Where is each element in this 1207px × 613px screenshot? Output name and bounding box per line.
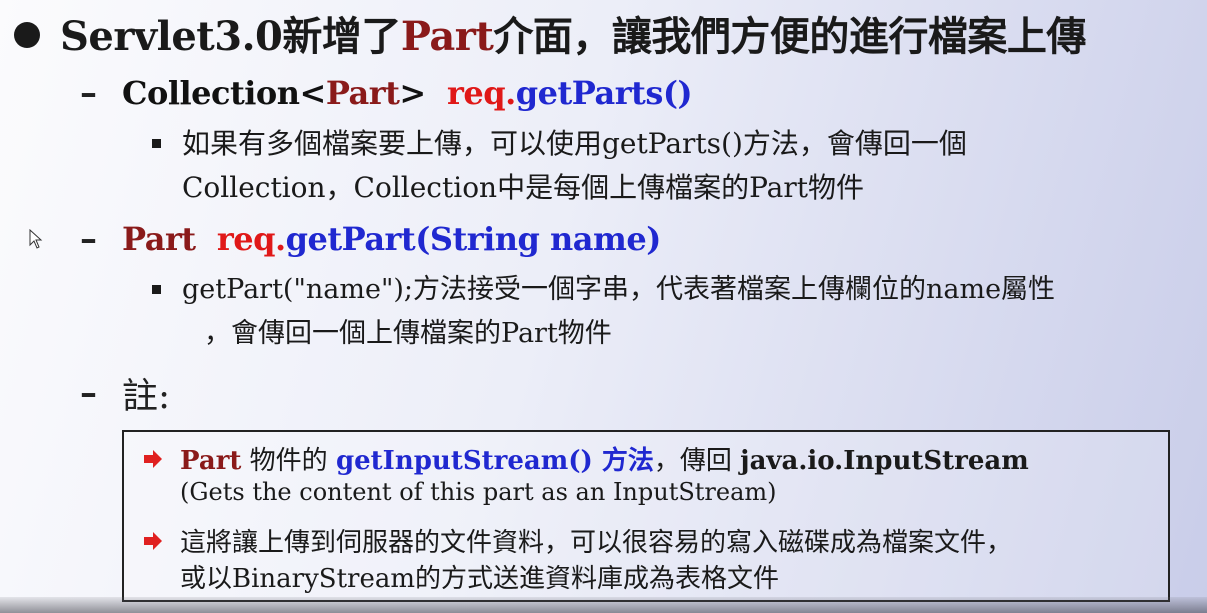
slide: Servlet3.0新增了Part介面，讓我們方便的進行檔案上傳 – Colle… xyxy=(0,0,1207,613)
getpart-params: (String name) xyxy=(415,220,661,258)
bottom-shadow-bar xyxy=(0,597,1207,613)
type-prefix: Collection< xyxy=(122,74,326,112)
dash-bullet: – xyxy=(80,373,97,413)
note-part-keyword: Part xyxy=(180,446,242,476)
getparts-code: Collection<Part> req.getParts() xyxy=(122,74,693,112)
heading-prefix: Servlet3.0新增了 xyxy=(60,13,401,60)
item-note-label: – 註: xyxy=(80,368,170,418)
item-getpart-signature: – Part req.getPart(String name) xyxy=(80,216,661,262)
bullet-dot-icon xyxy=(14,22,40,48)
square-bullet-icon xyxy=(152,285,161,294)
note-text: ，傳回 xyxy=(653,446,741,476)
req-object: req. xyxy=(216,220,286,258)
type-suffix: > xyxy=(399,74,426,112)
note-line-1: Part 物件的 getInputStream() 方法，傳回 java.io.… xyxy=(180,440,1029,477)
note-text: 物件的 xyxy=(241,446,336,476)
note-line-3: 這將讓上傳到伺服器的文件資料，可以很容易的寫入磁碟成為檔案文件， xyxy=(180,528,1013,558)
mouse-cursor-icon xyxy=(29,229,43,249)
getparts-desc-line2: Collection，Collection中是每個上傳檔案的Part物件 xyxy=(182,171,864,204)
note-line-4: 或以BinaryStream的方式送進資料庫成為表格文件 xyxy=(180,564,780,594)
type-part: Part xyxy=(122,220,196,258)
getpart-code: Part req.getPart(String name) xyxy=(122,220,661,258)
heading-keyword: Part xyxy=(400,13,494,60)
note-box: Part 物件的 getInputStream() 方法，傳回 java.io.… xyxy=(122,430,1170,602)
note-label: 註: xyxy=(122,376,171,417)
getparts-desc-line1: 如果有多個檔案要上傳，可以使用getParts()方法，會傳回一個 xyxy=(182,127,967,160)
req-object: req. xyxy=(447,74,516,112)
note-line-2: (Gets the content of this part as an Inp… xyxy=(180,478,777,506)
note-class: InputStream xyxy=(843,446,1029,476)
getpart-desc-line2: ，會傳回一個上傳檔案的Part物件 xyxy=(204,318,612,349)
heading-text: Servlet3.0新增了Part介面，讓我們方便的進行檔案上傳 xyxy=(60,4,1086,62)
getpart-method: getPart xyxy=(285,220,416,258)
note-package: java.io. xyxy=(740,446,844,476)
dash-bullet: – xyxy=(80,73,97,113)
heading-suffix: 介面，讓我們方便的進行檔案上傳 xyxy=(493,13,1086,60)
square-bullet-icon xyxy=(152,139,161,148)
getparts-method: getParts() xyxy=(515,74,693,112)
slide-heading: Servlet3.0新增了Part介面，讓我們方便的進行檔案上傳 xyxy=(14,6,1086,60)
getpart-desc-line1: getPart("name");方法接受一個字串，代表著檔案上傳欄位的name屬… xyxy=(182,274,1056,305)
arrow-bullet-icon xyxy=(144,450,162,468)
type-part: Part xyxy=(325,74,400,112)
getparts-description: 如果有多個檔案要上傳，可以使用getParts()方法，會傳回一個 Collec… xyxy=(182,122,967,210)
note-method: getInputStream() 方法 xyxy=(335,446,654,476)
item-getparts-signature: – Collection<Part> req.getParts() xyxy=(80,70,693,116)
dash-bullet: – xyxy=(80,219,97,259)
getpart-description: getPart("name");方法接受一個字串，代表著檔案上傳欄位的name屬… xyxy=(182,268,1055,356)
arrow-bullet-icon xyxy=(144,532,162,550)
